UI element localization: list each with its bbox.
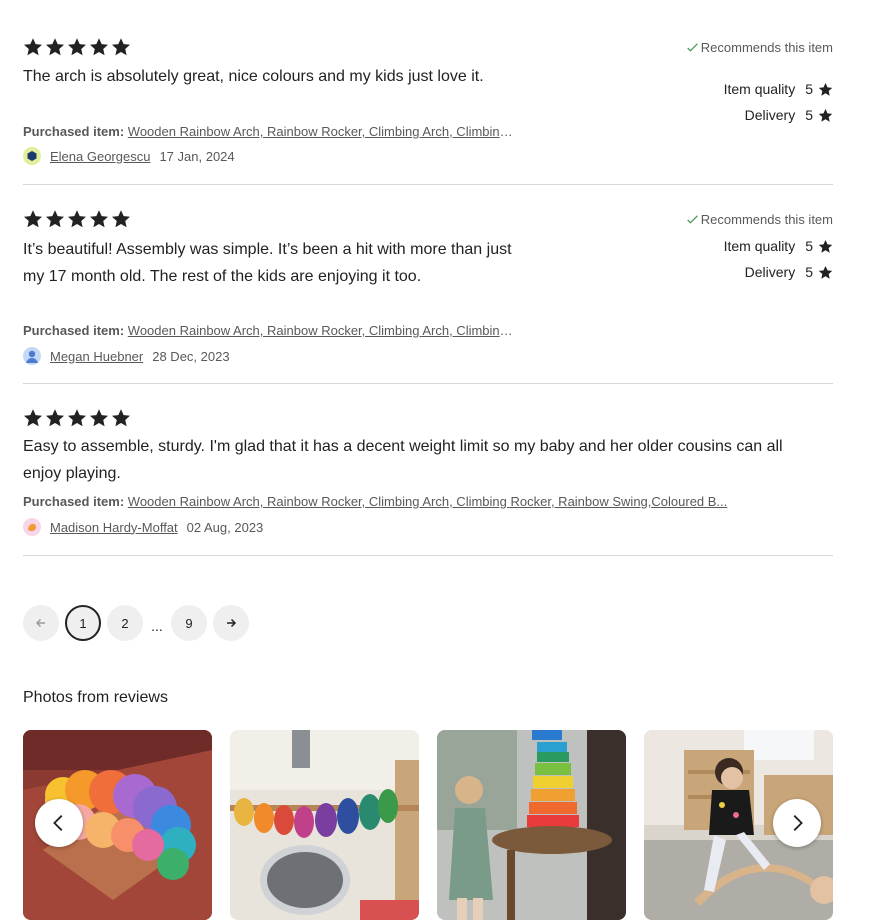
review-text: The arch is absolutely great, nice colou… (23, 68, 484, 85)
rating-stars (23, 209, 131, 229)
delivery-label: Delivery (744, 264, 796, 280)
delivery-value: 5 (805, 107, 813, 123)
star-icon (46, 38, 64, 56)
purchased-item: Purchased item: Wooden Rainbow Arch, Rai… (23, 323, 513, 338)
review-photo[interactable] (437, 730, 626, 920)
delivery-score: Delivery 5 (724, 102, 833, 128)
check-icon (686, 215, 698, 224)
item-quality-score: Item quality 5 (724, 76, 833, 102)
item-quality-value: 5 (805, 81, 813, 97)
avatar[interactable] (23, 147, 41, 165)
purchased-item: Purchased item: Wooden Rainbow Arch, Rai… (23, 124, 513, 139)
review-date: 02 Aug, 2023 (186, 519, 264, 535)
recommends-badge: Recommends this item (686, 212, 833, 227)
purchased-label: Purchased item: (23, 124, 125, 139)
review-photo[interactable] (230, 730, 419, 920)
star-icon (112, 409, 130, 427)
reviews-list: Recommends this item The arch is absolut… (23, 0, 833, 556)
check-icon (686, 43, 698, 52)
star-icon (90, 38, 108, 56)
item-quality-label: Item quality (723, 238, 796, 254)
rating-stars (23, 37, 131, 57)
avatar[interactable] (23, 347, 41, 365)
carousel-previous-button[interactable] (35, 799, 83, 847)
star-icon (818, 239, 833, 253)
purchased-item-link[interactable]: Wooden Rainbow Arch, Rainbow Rocker, Cli… (128, 494, 728, 509)
star-icon (46, 409, 64, 427)
star-icon (24, 38, 42, 56)
review-card: Recommends this item The arch is absolut… (23, 0, 833, 185)
page-1-button[interactable]: 1 (65, 605, 101, 641)
review-date: 17 Jan, 2024 (159, 148, 235, 164)
pagination-ellipsis: ... (151, 618, 163, 634)
recommends-label: Recommends this item (700, 40, 833, 55)
star-icon (112, 210, 130, 228)
author-name-link[interactable]: Madison Hardy-Moffat (50, 520, 178, 535)
next-page-button[interactable] (213, 605, 249, 641)
item-quality-label: Item quality (723, 81, 796, 97)
avatar[interactable] (23, 518, 41, 536)
star-icon (90, 409, 108, 427)
author-name-link[interactable]: Megan Huebner (50, 349, 143, 364)
author-name-link[interactable]: Elena Georgescu (50, 149, 150, 164)
review-scores: Item quality 5 Delivery 5 (724, 233, 833, 285)
review-author: Megan Huebner 28 Dec, 2023 (23, 347, 230, 365)
delivery-score: Delivery 5 (724, 259, 833, 285)
star-icon (68, 409, 86, 427)
review-card: Recommends this item It’s beautiful! Ass… (23, 185, 833, 384)
delivery-value: 5 (805, 264, 813, 280)
star-icon (68, 210, 86, 228)
star-icon (46, 210, 64, 228)
star-icon (818, 265, 833, 279)
purchased-item: Purchased item: Wooden Rainbow Arch, Rai… (23, 494, 783, 509)
chevron-right-icon (793, 815, 803, 831)
review-photo-rainbow-stacker-mirror (230, 730, 419, 920)
star-icon (90, 210, 108, 228)
star-icon (24, 409, 42, 427)
star-icon (24, 210, 42, 228)
carousel-next-button[interactable] (773, 799, 821, 847)
pagination: 1 2 ... 9 (23, 605, 249, 641)
purchased-item-link[interactable]: Wooden Rainbow Arch, Rainbow Rocker, Cli… (128, 323, 513, 338)
page-9-button[interactable]: 9 (171, 605, 207, 641)
photos-section-title: Photos from reviews (23, 689, 168, 706)
previous-page-button[interactable] (23, 605, 59, 641)
review-card: Easy to assemble, sturdy. I'm glad that … (23, 384, 833, 556)
review-text: Easy to assemble, sturdy. I'm glad that … (23, 438, 783, 482)
review-scores: Item quality 5 Delivery 5 (724, 76, 833, 128)
review-author: Madison Hardy-Moffat 02 Aug, 2023 (23, 518, 263, 536)
review-photos-carousel (23, 730, 833, 920)
arrow-right-icon (227, 618, 237, 628)
review-author: Elena Georgescu 17 Jan, 2024 (23, 147, 235, 165)
star-icon (112, 38, 130, 56)
purchased-item-link[interactable]: Wooden Rainbow Arch, Rainbow Rocker, Cli… (128, 124, 513, 139)
purchased-label: Purchased item: (23, 494, 125, 509)
arrow-left-icon (35, 618, 45, 628)
item-quality-score: Item quality 5 (724, 233, 833, 259)
delivery-label: Delivery (744, 107, 796, 123)
star-icon (68, 38, 86, 56)
review-date: 28 Dec, 2023 (152, 348, 230, 364)
chevron-left-icon (53, 815, 63, 831)
star-icon (818, 108, 833, 122)
item-quality-value: 5 (805, 238, 813, 254)
rating-stars (23, 408, 131, 428)
review-photo-child-rainbow-tower (437, 730, 626, 920)
star-icon (818, 82, 833, 96)
recommends-badge: Recommends this item (686, 40, 833, 55)
purchased-label: Purchased item: (23, 323, 125, 338)
recommends-label: Recommends this item (700, 212, 833, 227)
page-2-button[interactable]: 2 (107, 605, 143, 641)
review-text: It’s beautiful! Assembly was simple. It’… (23, 241, 512, 285)
